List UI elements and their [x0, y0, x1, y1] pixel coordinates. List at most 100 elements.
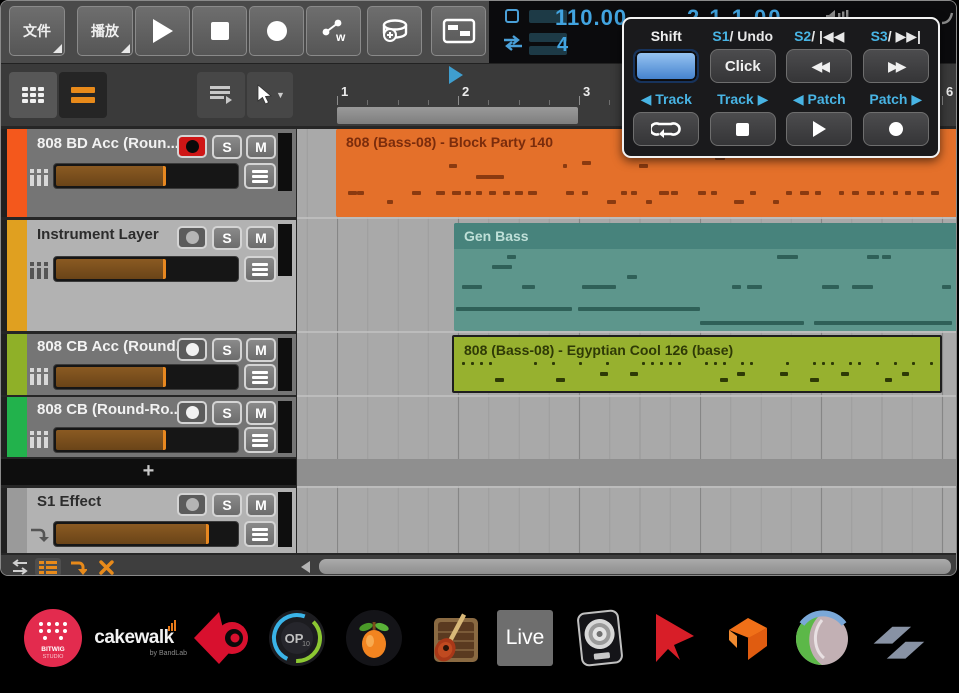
app-bitwig-studio[interactable]: BITWIG STUDIO: [23, 608, 83, 668]
track-name[interactable]: Instrument Layer: [37, 226, 159, 243]
horizontal-scrollbar-thumb[interactable]: [319, 559, 951, 574]
rewind-pad-button[interactable]: ◀◀: [786, 49, 852, 83]
follow-playback-button[interactable]: [197, 72, 245, 118]
io-arrows-icon: [502, 35, 524, 51]
svg-text:OP: OP: [285, 631, 304, 646]
solo-button[interactable]: S: [212, 338, 242, 362]
mute-button[interactable]: M: [246, 226, 276, 250]
level-meter: [278, 338, 292, 391]
record-arm-button[interactable]: [177, 338, 207, 361]
add-instrument-button[interactable]: [367, 6, 422, 56]
app-gray-wings-daw[interactable]: [868, 608, 928, 668]
clip-gen-bass[interactable]: Gen Bass: [454, 223, 957, 331]
play-pad-button[interactable]: [786, 112, 852, 146]
track-menu-button[interactable]: [244, 163, 276, 189]
track-header-instrument-layer[interactable]: Instrument Layer S M: [1, 220, 296, 331]
track-name[interactable]: 808 BD Acc (Roun...: [37, 135, 177, 152]
track-menu-button[interactable]: [244, 427, 276, 453]
record-arm-button[interactable]: [177, 135, 207, 158]
app-reaper[interactable]: [792, 608, 852, 668]
close-panel-button[interactable]: [93, 558, 119, 576]
playhead-marker[interactable]: [449, 66, 463, 84]
jump-down-button[interactable]: [65, 558, 91, 576]
record-arm-dot: [186, 406, 199, 419]
shift-pad-button[interactable]: [633, 49, 699, 83]
track-color-strip: [7, 488, 27, 553]
volume-slider[interactable]: [53, 427, 239, 453]
gray-wings-daw-icon: [868, 608, 928, 668]
track-header-808-cb[interactable]: 808 CB (Round-Ro... S M: [1, 397, 296, 457]
grid-view-icon: [22, 87, 44, 103]
logic-pro-icon: [570, 608, 630, 668]
stop-pad-button[interactable]: [710, 112, 776, 146]
app-cubase[interactable]: [192, 608, 252, 668]
solo-button[interactable]: S: [212, 135, 242, 159]
instrument-icon: [29, 431, 49, 449]
play-icon: [813, 121, 826, 137]
record-arm-dot: [186, 140, 199, 153]
arranger-view-button[interactable]: [59, 72, 107, 118]
track-name[interactable]: 808 CB (Round-Ro...: [37, 401, 177, 418]
ableton-live-icon: Live: [497, 610, 553, 666]
app-cakewalk[interactable]: cakewalk by BandLab: [78, 608, 190, 668]
record-button[interactable]: [249, 6, 304, 56]
forward-pad-button[interactable]: ▶▶: [863, 49, 929, 83]
app-garageband[interactable]: [422, 608, 482, 668]
record-arm-button[interactable]: [177, 226, 207, 249]
volume-slider[interactable]: [53, 163, 239, 189]
track-menu-button[interactable]: [244, 521, 276, 547]
app-red-arrow-daw[interactable]: [642, 608, 702, 668]
track-header-808-cb-acc[interactable]: 808 CB Acc (Round... S M: [1, 334, 296, 395]
mute-button[interactable]: M: [246, 401, 276, 425]
track-name[interactable]: 808 CB Acc (Round...: [37, 338, 177, 355]
pointer-tool-button[interactable]: ▼: [247, 72, 293, 118]
volume-slider[interactable]: [53, 364, 239, 390]
record-arm-button[interactable]: [177, 401, 207, 424]
clip-launcher-view-button[interactable]: [9, 72, 57, 118]
loop-pad-button[interactable]: [633, 112, 699, 146]
level-meter: [278, 492, 292, 547]
mute-button[interactable]: M: [246, 493, 276, 517]
click-pad-button[interactable]: Click: [710, 49, 776, 83]
orange-list-icon: [39, 560, 57, 574]
file-menu-button[interactable]: 文件: [9, 6, 65, 56]
track-name[interactable]: S1 Effect: [37, 493, 101, 510]
clip-egyptian-cool[interactable]: 808 (Bass-08) - Egyptian Cool 126 (base): [452, 335, 942, 393]
track-menu-button[interactable]: [244, 256, 276, 282]
app-logic-pro[interactable]: [570, 608, 630, 668]
solo-button[interactable]: S: [212, 493, 242, 517]
add-track-button[interactable]: +: [1, 459, 296, 485]
arranger-area: 808 (Bass-08) - Block Party 140 Gen Bass…: [1, 126, 956, 553]
mute-button[interactable]: M: [246, 338, 276, 362]
app-orange-cube-daw[interactable]: [717, 608, 777, 668]
dual-view-button[interactable]: [431, 6, 486, 56]
loop-region-bar[interactable]: [337, 107, 578, 124]
track-list-button[interactable]: [35, 558, 61, 576]
fast-forward-icon: ▶▶: [888, 58, 904, 75]
app-op-knob[interactable]: OP 10: [267, 608, 327, 668]
scroll-left-arrow[interactable]: [301, 561, 310, 573]
record-arm-button[interactable]: [177, 493, 207, 516]
track-menu-button[interactable]: [244, 364, 276, 390]
stop-button[interactable]: [192, 6, 247, 56]
automation-write-button[interactable]: w: [306, 6, 361, 56]
solo-button[interactable]: S: [212, 226, 242, 250]
track-header-808-bd-acc[interactable]: 808 BD Acc (Roun... S M: [1, 129, 296, 217]
track-color-strip: [7, 334, 27, 395]
drum-add-icon: [380, 17, 410, 45]
swap-panels-button[interactable]: [7, 558, 33, 576]
controller-overlay-popup: Shift S1 / Undo S2 / |◀◀ S3 / ▶▶| Click …: [622, 17, 940, 158]
app-ableton-live[interactable]: Live: [495, 608, 555, 668]
play-button[interactable]: [135, 6, 190, 56]
play-menu-button[interactable]: 播放: [77, 6, 133, 56]
mute-button[interactable]: M: [246, 135, 276, 159]
volume-slider[interactable]: [53, 256, 239, 282]
app-fl-studio[interactable]: [344, 608, 404, 668]
tempo-display[interactable]: 110.00: [555, 5, 627, 31]
track-header-s1-effect[interactable]: S1 Effect S M: [1, 488, 296, 553]
bitwig-studio-icon: BITWIG STUDIO: [23, 608, 83, 668]
time-signature-display[interactable]: 4: [557, 34, 568, 57]
solo-button[interactable]: S: [212, 401, 242, 425]
volume-slider[interactable]: [53, 521, 239, 547]
record-pad-button[interactable]: [863, 112, 929, 146]
